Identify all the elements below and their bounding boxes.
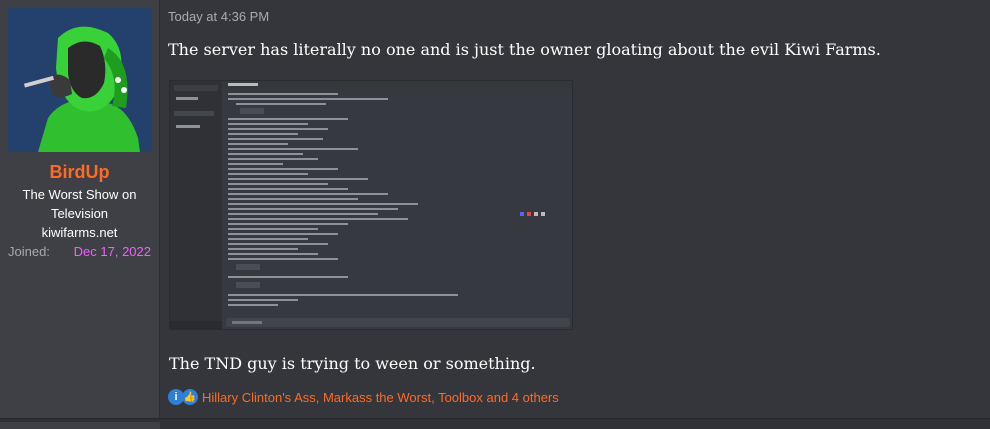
reactions-bar[interactable]: i 👍 Hillary Clinton's Ass, Markass the W… bbox=[168, 389, 559, 405]
message-text-2: The TND guy is trying to ween or somethi… bbox=[169, 354, 536, 373]
avatar[interactable] bbox=[8, 8, 152, 152]
attached-screenshot[interactable] bbox=[169, 80, 573, 330]
next-post-user-cell bbox=[0, 422, 160, 429]
avatar-image bbox=[8, 8, 152, 152]
post: BirdUp The Worst Show on Television kiwi… bbox=[0, 0, 990, 418]
joined-date: Dec 17, 2022 bbox=[73, 244, 151, 259]
like-reaction-icon: 👍 bbox=[182, 389, 198, 405]
user-title: The Worst Show on Television bbox=[22, 187, 137, 221]
message-cell: Today at 4:36 PM The server has literall… bbox=[160, 0, 990, 418]
post-timestamp[interactable]: Today at 4:36 PM bbox=[168, 9, 269, 24]
next-post-divider bbox=[0, 418, 990, 429]
joined-row: Joined: Dec 17, 2022 bbox=[0, 240, 159, 259]
message-text: The server has literally no one and is j… bbox=[168, 40, 881, 59]
attached-screenshot-image bbox=[170, 81, 572, 329]
user-cell: BirdUp The Worst Show on Television kiwi… bbox=[0, 0, 160, 418]
reactions-list[interactable]: Hillary Clinton's Ass, Markass the Worst… bbox=[202, 390, 559, 405]
username[interactable]: BirdUp bbox=[0, 162, 159, 183]
joined-label: Joined: bbox=[8, 244, 50, 259]
user-site: kiwifarms.net bbox=[41, 225, 118, 240]
